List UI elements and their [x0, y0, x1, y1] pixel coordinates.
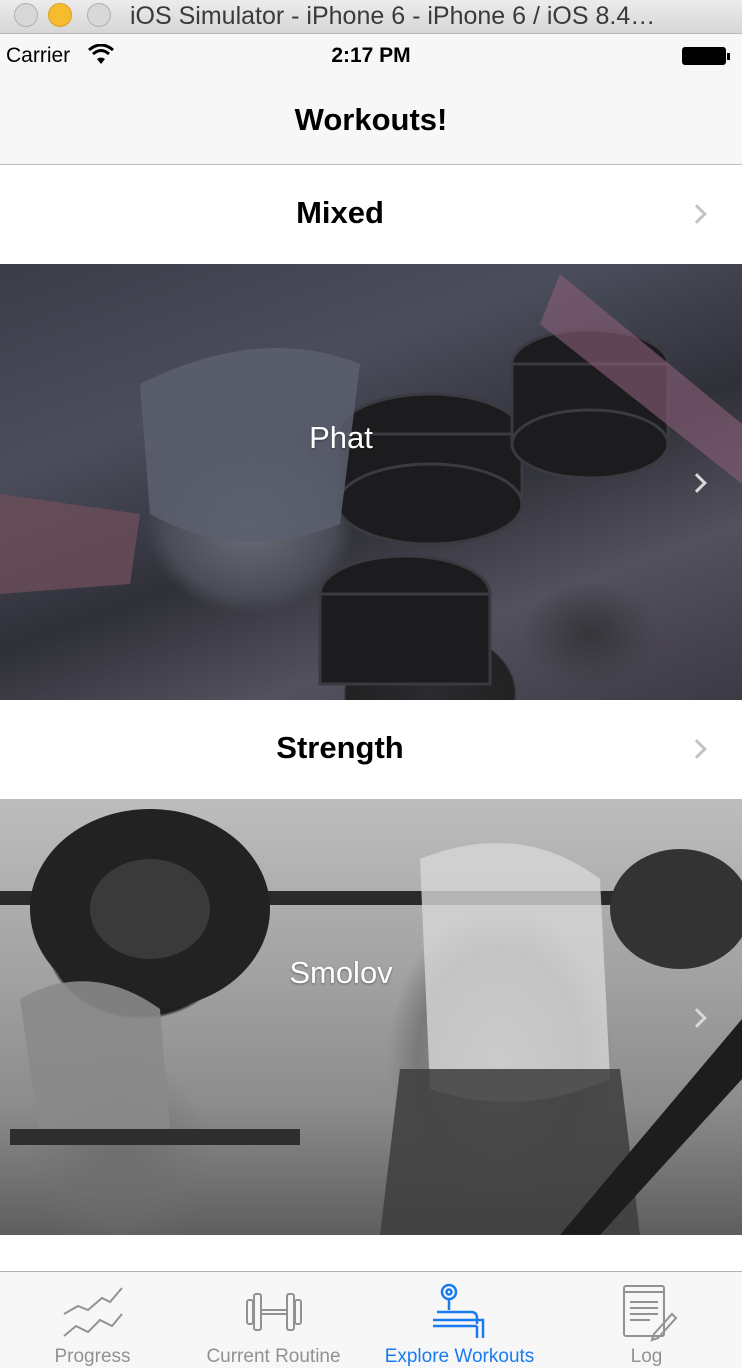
close-window-button[interactable] [14, 3, 38, 27]
tab-explore-workouts[interactable]: Explore Workouts [367, 1272, 552, 1368]
section-title: Strength [276, 730, 404, 765]
simulator-title-bar: iOS Simulator - iPhone 6 - iPhone 6 / iO… [0, 0, 742, 34]
window-title: iOS Simulator - iPhone 6 - iPhone 6 / iO… [130, 2, 656, 30]
workouts-table[interactable]: Mixed Phat Strength Smolov [0, 165, 742, 1271]
tab-progress[interactable]: Progress [0, 1272, 185, 1368]
tab-label: Log [630, 1346, 663, 1367]
dumbbell-icon [245, 1293, 302, 1331]
workout-label: Phat [309, 420, 373, 455]
tab-current-routine[interactable]: Current Routine [181, 1272, 366, 1368]
tab-label: Explore Workouts [384, 1346, 535, 1367]
log-notepad-icon [622, 1285, 677, 1342]
status-time: 2:17 PM [331, 44, 411, 67]
chevron-right-icon [687, 204, 707, 224]
chevron-right-icon [687, 739, 707, 759]
workout-label: Smolov [289, 955, 393, 990]
progress-chart-icon [62, 1287, 123, 1337]
navigation-bar: Workouts! [0, 76, 742, 165]
zoom-window-button[interactable] [87, 3, 111, 27]
section-title: Mixed [296, 195, 384, 230]
section-header-mixed[interactable]: Mixed [0, 165, 742, 264]
tab-label: Current Routine [206, 1346, 341, 1367]
nav-title: Workouts! [294, 102, 448, 137]
tab-label: Progress [54, 1346, 131, 1367]
minimize-window-button[interactable] [48, 3, 72, 27]
workout-row-smolov[interactable]: Smolov [0, 799, 742, 1235]
barbell-squat-photo [0, 799, 742, 1235]
bench-press-icon [432, 1283, 484, 1338]
workout-row-phat[interactable]: Phat [0, 264, 742, 700]
status-bar: Carrier 2:17 PM [0, 34, 742, 76]
gym-dumbbell-photo [0, 264, 742, 700]
battery-icon [682, 47, 730, 65]
tab-log[interactable]: Log [554, 1272, 739, 1368]
tab-bar: Progress Current Routine Explore Workout… [0, 1271, 742, 1368]
section-header-strength[interactable]: Strength [0, 700, 742, 799]
